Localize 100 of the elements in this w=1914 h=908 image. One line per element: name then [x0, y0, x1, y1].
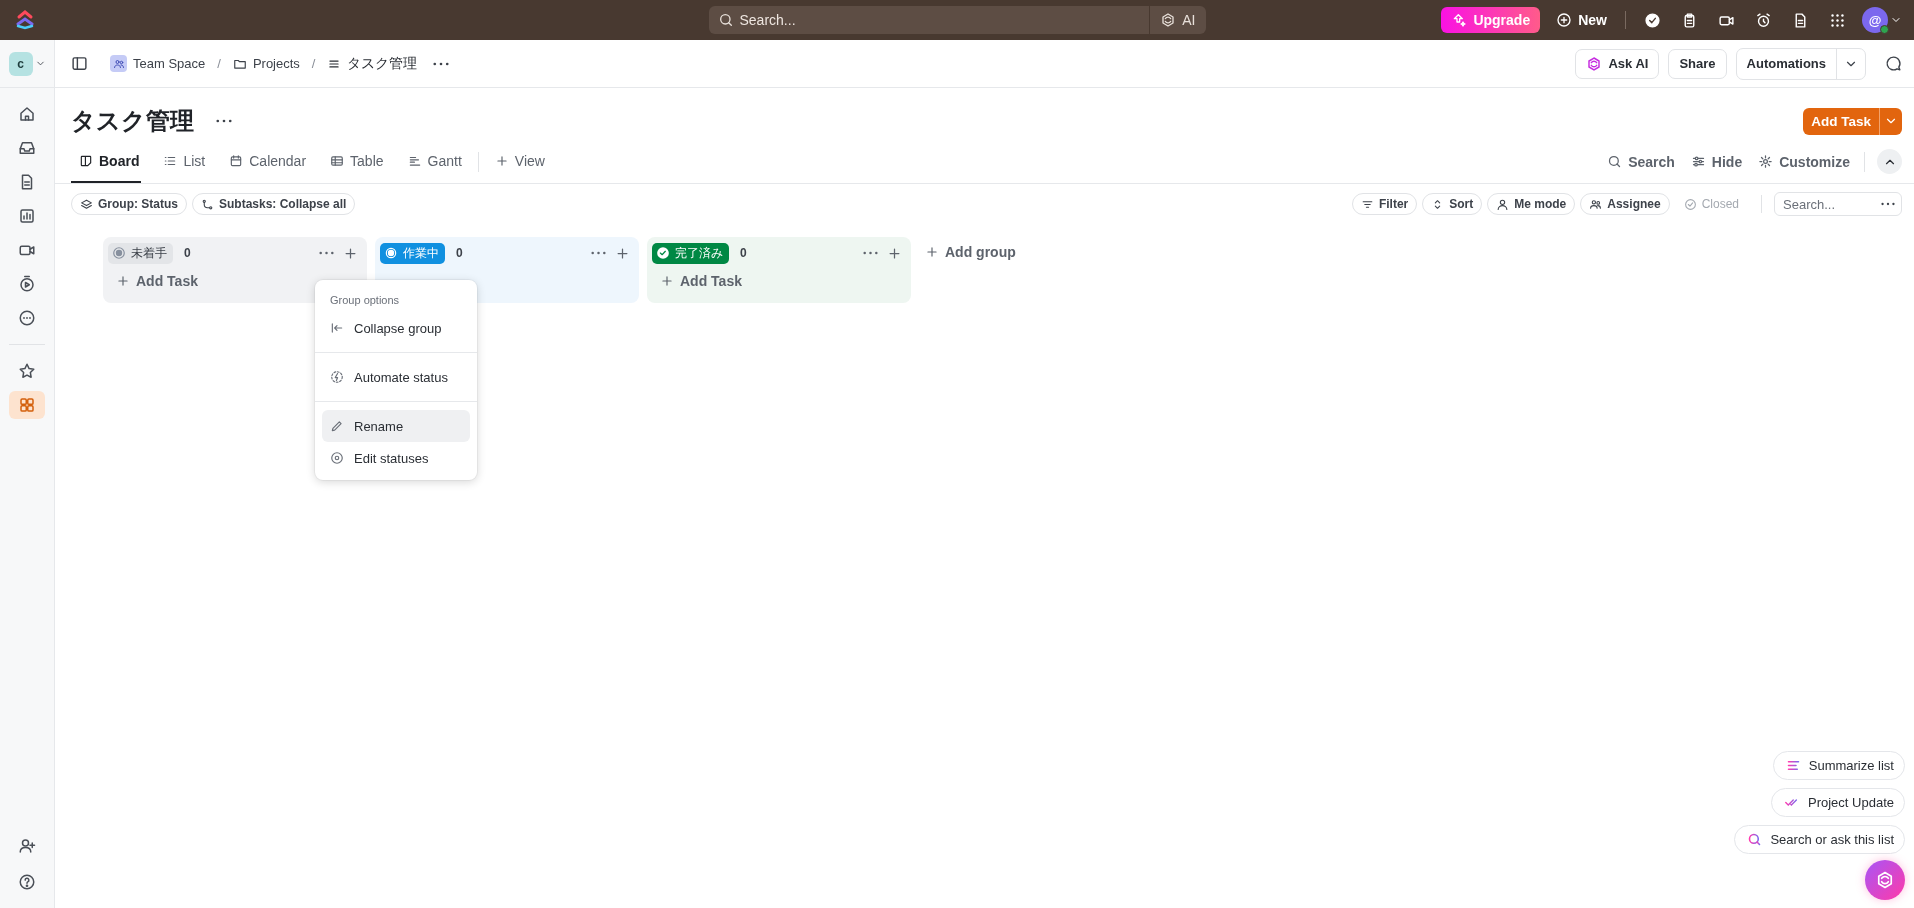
- task-count: 0: [456, 246, 463, 260]
- gear-icon: [1758, 154, 1774, 169]
- workspace-avatar[interactable]: c: [8, 51, 33, 76]
- inbox-icon: [18, 139, 36, 157]
- plus-icon: [494, 153, 509, 168]
- people-icon: [112, 57, 125, 70]
- board-icon: [79, 153, 93, 168]
- more-button[interactable]: [433, 61, 450, 66]
- apps-grid-icon: [18, 396, 36, 414]
- target-icon: [330, 451, 344, 465]
- task-count: 0: [184, 246, 191, 260]
- sliders-icon: [1690, 154, 1706, 169]
- breadcrumb-link[interactable]: Team Space: [110, 55, 206, 72]
- menu-title: Group options: [329, 293, 401, 308]
- sidebar-apps-grid-button[interactable]: [9, 391, 45, 419]
- search-field[interactable]: Search...: [1774, 192, 1902, 216]
- status-badge: 未着手: [108, 242, 173, 264]
- check-circle-icon: [1644, 11, 1661, 29]
- person-plus-icon: [18, 837, 36, 855]
- people-icon: [1589, 197, 1603, 211]
- ai-action-button[interactable]: Search or ask this list: [1734, 825, 1905, 854]
- sidebar-toggle-button[interactable]: [71, 55, 88, 72]
- view-action-button[interactable]: Search: [1607, 153, 1675, 170]
- plus-icon: [886, 245, 902, 261]
- table-icon: [330, 153, 345, 168]
- share-button[interactable]: Share: [1668, 48, 1727, 79]
- more-icon: [18, 309, 36, 327]
- ai-action-button[interactable]: Summarize list: [1772, 751, 1905, 780]
- menu-item[interactable]: Automate status: [322, 361, 470, 393]
- search-icon: [1747, 832, 1763, 847]
- search-bar[interactable]: Search... AI: [708, 6, 1206, 34]
- upgrade-arrow-icon: [1451, 12, 1468, 28]
- layers-icon: [80, 197, 93, 211]
- check-circle-icon: [656, 246, 670, 260]
- help-icon: [18, 873, 36, 891]
- ai-button[interactable]: AI: [1149, 6, 1206, 34]
- subtask-branch-icon: [201, 197, 214, 211]
- sidebar-panel-icon: [71, 55, 88, 72]
- plus-icon: [342, 245, 358, 261]
- calendar-icon: [229, 153, 244, 168]
- chat-bubble-icon: [1885, 55, 1902, 72]
- plus-icon: [614, 245, 630, 261]
- ai-action-button[interactable]: Project Update: [1771, 788, 1905, 817]
- ellipsis-icon: [433, 61, 450, 66]
- ask-ai-button[interactable]: Ask AI: [1575, 48, 1660, 79]
- ring-dot-icon: [384, 246, 398, 260]
- view-action-button[interactable]: Customize: [1758, 153, 1850, 170]
- breadcrumb-separator: /: [311, 56, 316, 71]
- user-avatar[interactable]: @: [1862, 7, 1888, 33]
- pencil-icon: [330, 419, 344, 433]
- ellipsis-icon: [590, 251, 606, 255]
- ai-assistant-button[interactable]: [1865, 860, 1905, 900]
- add-group-button[interactable]: Add group: [925, 237, 1016, 267]
- menu-item[interactable]: Rename: [322, 410, 470, 442]
- page-title: タスク管理: [71, 106, 194, 136]
- breadcrumb-link[interactable]: タスク管理: [327, 54, 418, 73]
- play-timer-icon: [18, 275, 36, 293]
- plus-icon: [925, 245, 939, 259]
- chat-button[interactable]: [1885, 55, 1902, 72]
- hexagon-knot-icon: [1875, 870, 1895, 890]
- collapse-header-button[interactable]: [1877, 149, 1902, 174]
- more-button[interactable]: [216, 119, 232, 123]
- view-tab[interactable]: Table: [322, 140, 386, 183]
- collapse-arrow-icon: [330, 321, 344, 335]
- view-tab[interactable]: Gantt: [399, 140, 464, 183]
- hexagon-knot-icon: [1160, 12, 1177, 28]
- view-tab[interactable]: Calendar: [221, 140, 309, 183]
- plus-icon: [660, 274, 674, 288]
- breadcrumb-link[interactable]: Projects: [232, 56, 300, 71]
- bolt-circle-icon: [330, 370, 344, 384]
- ellipsis-icon: [216, 119, 232, 123]
- alarm-clock-icon: [1755, 11, 1772, 29]
- search-icon: [717, 12, 734, 28]
- plus-circle-icon: [1556, 12, 1573, 28]
- status-badge: 作業中: [380, 242, 445, 264]
- bar-chart-icon: [18, 207, 36, 225]
- status-badge: 完了済み: [652, 242, 729, 264]
- view-tab[interactable]: Board: [71, 140, 142, 183]
- logo-icon[interactable]: [16, 10, 34, 30]
- gradient-lines-icon: [1785, 758, 1801, 773]
- check-circle-icon: [1683, 197, 1697, 211]
- person-icon: [1496, 197, 1510, 211]
- home-icon: [18, 105, 36, 123]
- view-action-button[interactable]: Hide: [1690, 153, 1743, 170]
- add-view-button[interactable]: View: [486, 140, 547, 183]
- hexagon-knot-icon: [1586, 55, 1603, 72]
- search-icon: [1607, 154, 1623, 169]
- ellipsis-icon: [318, 251, 334, 255]
- menu-item[interactable]: Edit statuses: [322, 442, 470, 474]
- apps-grid-icon: [1829, 11, 1846, 29]
- add-task-button[interactable]: Add Task: [660, 273, 742, 289]
- search-input[interactable]: Search...: [733, 12, 1150, 28]
- view-tab[interactable]: List: [155, 140, 208, 183]
- more-button[interactable]: [1881, 202, 1895, 206]
- new-button[interactable]: New: [1556, 12, 1607, 28]
- star-icon: [18, 362, 36, 380]
- menu-item[interactable]: Collapse group: [322, 312, 470, 344]
- plus-icon: [116, 274, 130, 288]
- breadcrumb-separator: /: [217, 56, 221, 71]
- add-task-button[interactable]: Add Task: [116, 273, 198, 289]
